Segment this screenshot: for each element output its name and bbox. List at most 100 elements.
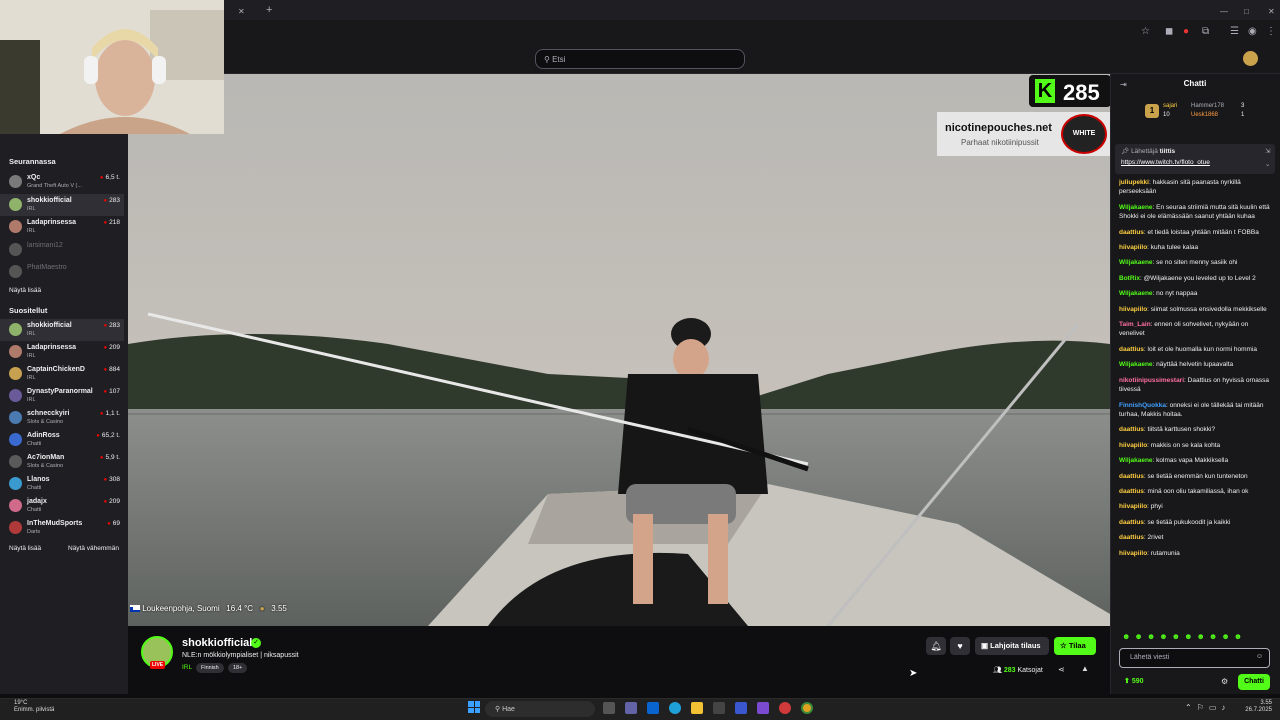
chat-username[interactable]: Taim_Lain: [1119, 321, 1151, 328]
discord-icon[interactable]: [757, 702, 769, 714]
chat-username[interactable]: daattius: [1119, 488, 1144, 495]
chat-username[interactable]: Wiljakaene: [1119, 457, 1153, 464]
chrome-icon[interactable]: [801, 702, 813, 714]
notification-bell-button[interactable]: 🔔︎: [926, 637, 946, 655]
search-input[interactable]: ⚲ Etsi: [535, 49, 745, 69]
chat-username[interactable]: hiivapiilo: [1119, 244, 1147, 251]
chat-username[interactable]: FinnishQuokka: [1119, 402, 1166, 409]
pinned-message[interactable]: 📌︎ Lähettäjä tiittis https://www.twitch.…: [1115, 144, 1275, 174]
gift-subscription-button[interactable]: ▣ Lahjoita tilaus: [975, 637, 1049, 655]
teams-icon[interactable]: [625, 702, 637, 714]
more-icon[interactable]: ⋮: [1266, 26, 1276, 37]
chat-settings-gear-icon[interactable]: ⚙: [1221, 677, 1228, 686]
chat-username[interactable]: daattius: [1119, 229, 1144, 236]
app-icon[interactable]: [735, 702, 747, 714]
chat-username[interactable]: nikotiinipussimestari: [1119, 377, 1184, 384]
windows-start-icon[interactable]: [468, 701, 480, 713]
stream-tag[interactable]: 18+: [228, 663, 248, 673]
video-player[interactable]: [128, 74, 1110, 626]
extension-icon[interactable]: ◼: [1165, 26, 1173, 37]
chat-username[interactable]: Wiljakaene: [1119, 361, 1153, 368]
report-icon[interactable]: ▲: [1081, 664, 1089, 673]
sidebar-item-ladaprinsessa[interactable]: Ladaprinsessa IRL 209: [0, 341, 124, 363]
browser-tab[interactable]: ✕: [230, 2, 253, 20]
sidebar-item-shokkiofficial[interactable]: shokkiofficialIRL283: [0, 193, 124, 216]
follow-button[interactable]: ♥: [950, 637, 970, 655]
channel-name[interactable]: shokkiofficial: [182, 637, 252, 649]
edge-icon[interactable]: [669, 702, 681, 714]
search-placeholder: Etsi: [552, 55, 566, 64]
extensions-puzzle-icon[interactable]: ⧉: [1202, 26, 1209, 37]
chat-username[interactable]: Wiljakaene: [1119, 259, 1153, 266]
taskbar-clock[interactable]: 3.55 26.7.2025: [1232, 700, 1272, 714]
show-more-recommended-link[interactable]: Näytä lisää: [9, 545, 41, 552]
new-tab-button[interactable]: +: [258, 2, 280, 20]
sidebar-item-xqc[interactable]: xQc Grand Theft Auto V (... 6,5 t.: [0, 171, 124, 193]
sidebar-item-llanos[interactable]: Llanos Chatti 308: [0, 473, 124, 495]
chat-username[interactable]: hiivapiilo: [1119, 503, 1147, 510]
task-view-icon[interactable]: [603, 702, 615, 714]
sidebar-item-name: shokkiofficial: [27, 196, 72, 204]
minimize-button[interactable]: —: [1212, 2, 1236, 20]
taskbar-search[interactable]: ⚲ Hae: [485, 701, 595, 717]
emoji-icon[interactable]: ☺: [1256, 653, 1263, 660]
maximize-button[interactable]: □: [1236, 2, 1257, 20]
sidebar-item-ladaprinsessa[interactable]: Ladaprinsessa IRL 218: [0, 216, 124, 238]
sidebar-item-ac7ionman[interactable]: Ac7ionMan Slots & Casino 5,9 t.: [0, 451, 124, 473]
show-more-following-link[interactable]: Näytä lisää: [9, 287, 41, 294]
emote-bar[interactable]: ☻☻☻☻☻☻☻☻☻☻: [1122, 632, 1272, 642]
menu-icon[interactable]: ☰: [1230, 26, 1239, 37]
stream-tag[interactable]: Finnish: [196, 663, 224, 673]
unpin-icon[interactable]: ⇲: [1265, 147, 1270, 155]
user-avatar[interactable]: [1243, 51, 1258, 66]
star-icon: ☆: [1060, 641, 1069, 650]
send-chat-button[interactable]: Chatti: [1238, 674, 1270, 690]
show-less-link[interactable]: Näytä vähemmän: [68, 545, 119, 552]
channel-points[interactable]: ⬆ 590: [1124, 677, 1144, 685]
subscribe-button[interactable]: ☆ Tilaa: [1054, 637, 1096, 655]
sidebar-item-shokkiofficial[interactable]: shokkiofficialIRL283: [0, 319, 124, 341]
sidebar-item-schnecckyiri[interactable]: schnecckyiri Slots & Casino 1,1 t.: [0, 407, 124, 429]
taskbar-weather[interactable]: 19°C Enimm. pilvistä: [14, 700, 54, 714]
chat-username[interactable]: hiivapiilo: [1119, 306, 1147, 313]
bookmark-star-icon[interactable]: ☆: [1141, 26, 1150, 37]
chat-username[interactable]: daattius: [1119, 534, 1144, 541]
chat-username[interactable]: Wiljakaene: [1119, 290, 1153, 297]
app-red-icon[interactable]: [779, 702, 791, 714]
close-window-button[interactable]: ✕: [1260, 2, 1280, 20]
share-icon[interactable]: ⋖: [1058, 665, 1065, 674]
chevron-down-icon[interactable]: ⌄: [1265, 160, 1270, 168]
chat-username[interactable]: daattius: [1119, 426, 1144, 433]
stream-category[interactable]: IRL: [182, 664, 192, 671]
sidebar-item-inthemudsports[interactable]: InTheMudSports Darts 69: [0, 517, 124, 539]
tab-close-icon[interactable]: ✕: [238, 7, 245, 16]
sidebar-item-phatmaestro[interactable]: PhatMaestro: [0, 261, 124, 283]
chat-username[interactable]: hiivapiilo: [1119, 550, 1147, 557]
mail-icon[interactable]: [647, 702, 659, 714]
pinned-link[interactable]: https://www.twitch.tv/floto_otue: [1121, 159, 1210, 166]
file-explorer-icon[interactable]: [691, 702, 703, 714]
chat-message: juliupekki: hakkasin sitä paanasta nyrki…: [1119, 179, 1241, 196]
chat-username[interactable]: Wiljakaene: [1119, 204, 1153, 211]
chat-input[interactable]: Lähetä viesti ☺: [1119, 648, 1270, 668]
chat-username[interactable]: hiivapiilo: [1119, 442, 1147, 449]
chat-username[interactable]: BotRix: [1119, 275, 1140, 282]
store-icon[interactable]: [713, 702, 725, 714]
sidebar-item-category: Grand Theft Auto V (...: [27, 183, 82, 189]
chat-text: makkis on se kala kohta: [1150, 441, 1221, 449]
profile-icon[interactable]: ◉: [1248, 26, 1257, 37]
sidebar-item-larsimani12[interactable]: larsimani12: [0, 239, 124, 261]
os-taskbar: [0, 698, 1280, 720]
extension-red-icon[interactable]: ●: [1183, 26, 1189, 37]
chat-username[interactable]: daattius: [1119, 473, 1144, 480]
chat-username[interactable]: juliupekki: [1119, 179, 1149, 186]
sidebar-item-dynastyparanormal[interactable]: DynastyParanormal IRL 107: [0, 385, 124, 407]
channel-avatar: [9, 197, 22, 211]
sidebar-item-adinross[interactable]: AdinRoss Chatti 65,2 t.: [0, 429, 124, 451]
chat-message: Wiljakaene: En seuraa striimiä mutta sit…: [1119, 203, 1270, 221]
sidebar-item-jadajx[interactable]: jadajx Chatti 209: [0, 495, 124, 517]
system-tray-icons[interactable]: ⌃⚐▭♪: [1185, 703, 1230, 712]
chat-username[interactable]: daattius: [1119, 346, 1144, 353]
sidebar-item-captainchickend[interactable]: CaptainChickenD IRL 884: [0, 363, 124, 385]
chat-username[interactable]: daattius: [1119, 519, 1144, 526]
